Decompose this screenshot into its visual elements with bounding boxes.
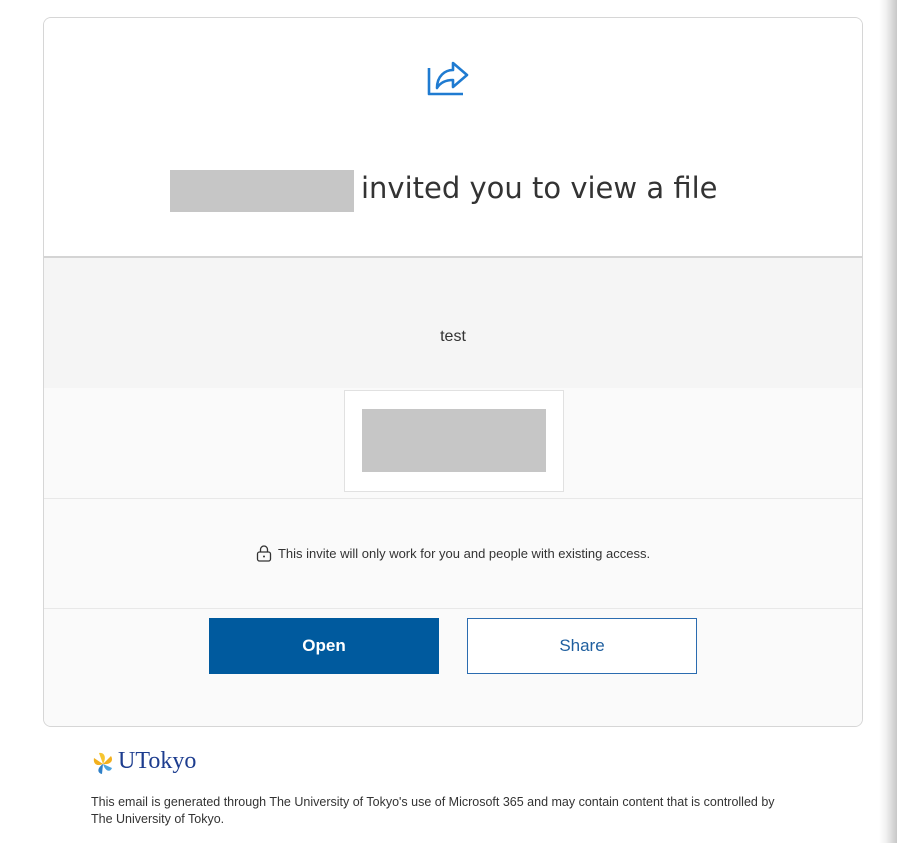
- footer-disclaimer: This email is generated through The Univ…: [91, 795, 775, 826]
- open-button[interactable]: Open: [209, 618, 439, 674]
- access-notice: This invite will only work for you and p…: [44, 544, 862, 562]
- file-name: test: [440, 328, 466, 345]
- file-thumbnail[interactable]: [344, 390, 564, 492]
- access-notice-text: This invite will only work for you and p…: [277, 546, 651, 561]
- ginkgo-leaf-icon: [93, 752, 113, 774]
- divider: [44, 498, 862, 499]
- window-shadow: [879, 0, 897, 843]
- redacted-sender-name: [170, 170, 354, 212]
- invite-header: invited you to view a file: [44, 18, 862, 258]
- lock-icon: [256, 545, 272, 562]
- share-button[interactable]: Share: [467, 618, 697, 674]
- share-arrow-icon: [427, 61, 469, 96]
- invite-title-row: invited you to view a file: [44, 166, 862, 216]
- invite-card: invited you to view a file test This inv…: [43, 17, 863, 727]
- logo-text: UTokyo: [118, 748, 197, 774]
- invite-title: invited you to view a file: [361, 171, 718, 205]
- divider: [44, 608, 862, 609]
- redacted-thumbnail: [362, 409, 546, 472]
